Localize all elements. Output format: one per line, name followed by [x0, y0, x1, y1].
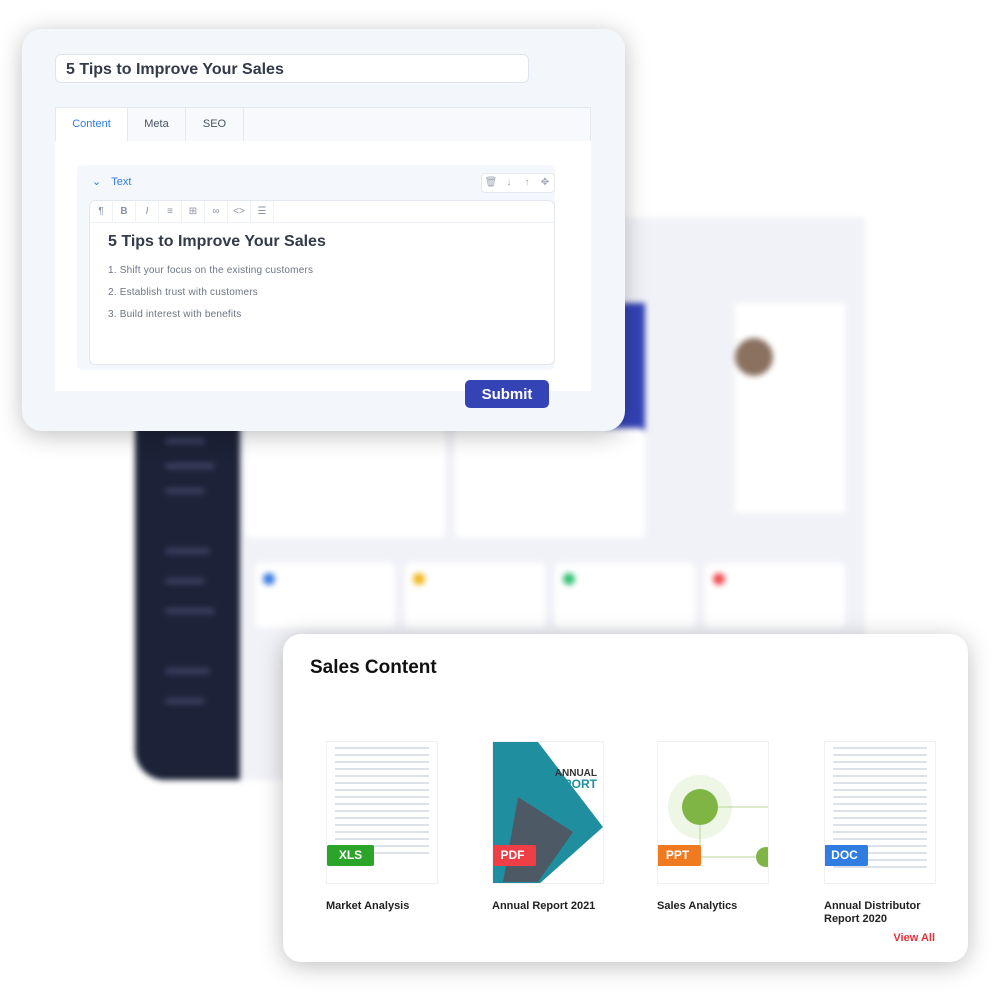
- report-cover-thumbnail: ANNUAL REPORT PDF: [492, 741, 604, 884]
- section-title: Sales Content: [310, 657, 437, 678]
- content-panel: ⌄ Text 🗑 ↓ ↑ ✥ ¶ B I ≡ ⊞ ∞ <> ☰ 5 Tips t…: [55, 141, 591, 391]
- content-editor-card: 5 Tips to Improve Your Sales Content Met…: [22, 29, 625, 431]
- tab-bar: Content Meta SEO: [55, 107, 591, 141]
- paragraph-icon[interactable]: ¶: [90, 201, 113, 222]
- text-block: ⌄ Text 🗑 ↓ ↑ ✥ ¶ B I ≡ ⊞ ∞ <> ☰ 5 Tips t…: [77, 165, 555, 370]
- align-icon[interactable]: ☰: [251, 201, 274, 222]
- file-type-badge: PDF: [493, 845, 536, 866]
- view-all-link[interactable]: View All: [893, 932, 935, 944]
- editor-toolbar: ¶ B I ≡ ⊞ ∞ <> ☰: [90, 201, 554, 223]
- item-name: Annual Distributor Report 2020: [824, 900, 921, 925]
- editor-heading: 5 Tips to Improve Your Sales: [108, 233, 326, 250]
- table-icon[interactable]: ⊞: [182, 201, 205, 222]
- bold-icon[interactable]: B: [113, 201, 136, 222]
- content-item-ppt[interactable]: PPT Sales Analytics: [657, 741, 797, 913]
- sales-content-card: Sales Content XLS Market Analysis ANNUAL…: [283, 634, 968, 962]
- code-icon[interactable]: <>: [228, 201, 251, 222]
- italic-icon[interactable]: I: [136, 201, 159, 222]
- tab-meta[interactable]: Meta: [128, 108, 186, 141]
- move-icon[interactable]: ✥: [536, 174, 554, 192]
- content-item-doc[interactable]: DOC Annual Distributor Report 2020: [824, 741, 964, 926]
- item-name: Market Analysis: [326, 900, 410, 912]
- spreadsheet-thumbnail: XLS: [326, 741, 438, 884]
- rich-text-editor[interactable]: ¶ B I ≡ ⊞ ∞ <> ☰ 5 Tips to Improve Your …: [89, 200, 555, 365]
- analytics-thumbnail: PPT: [657, 741, 769, 884]
- avatar: [735, 338, 773, 376]
- trash-icon[interactable]: 🗑: [482, 174, 500, 192]
- title-input[interactable]: 5 Tips to Improve Your Sales: [55, 54, 529, 83]
- tab-seo[interactable]: SEO: [186, 108, 244, 141]
- file-type-badge: PPT: [658, 845, 701, 866]
- arrow-up-icon[interactable]: ↑: [518, 174, 536, 192]
- file-type-badge: XLS: [327, 845, 374, 866]
- list-item: 3. Build interest with benefits: [108, 309, 242, 320]
- content-item-pdf[interactable]: ANNUAL REPORT PDF Annual Report 2021: [492, 741, 632, 913]
- submit-button[interactable]: Submit: [465, 380, 549, 408]
- list-item: 1. Shift your focus on the existing cust…: [108, 265, 314, 276]
- text-block-toggle[interactable]: ⌄ Text: [92, 175, 141, 188]
- list-item: 2. Establish trust with customers: [108, 287, 258, 298]
- item-name: Sales Analytics: [657, 900, 738, 912]
- list-icon[interactable]: ≡: [159, 201, 182, 222]
- link-icon[interactable]: ∞: [205, 201, 228, 222]
- item-name: Annual Report 2021: [492, 900, 596, 912]
- chevron-down-icon: ⌄: [92, 176, 102, 188]
- document-thumbnail: DOC: [824, 741, 936, 884]
- content-item-xls[interactable]: XLS Market Analysis: [326, 741, 466, 913]
- text-block-label: Text: [111, 176, 132, 188]
- file-type-badge: DOC: [825, 845, 868, 866]
- arrow-down-icon[interactable]: ↓: [500, 174, 518, 192]
- tab-content[interactable]: Content: [56, 108, 128, 141]
